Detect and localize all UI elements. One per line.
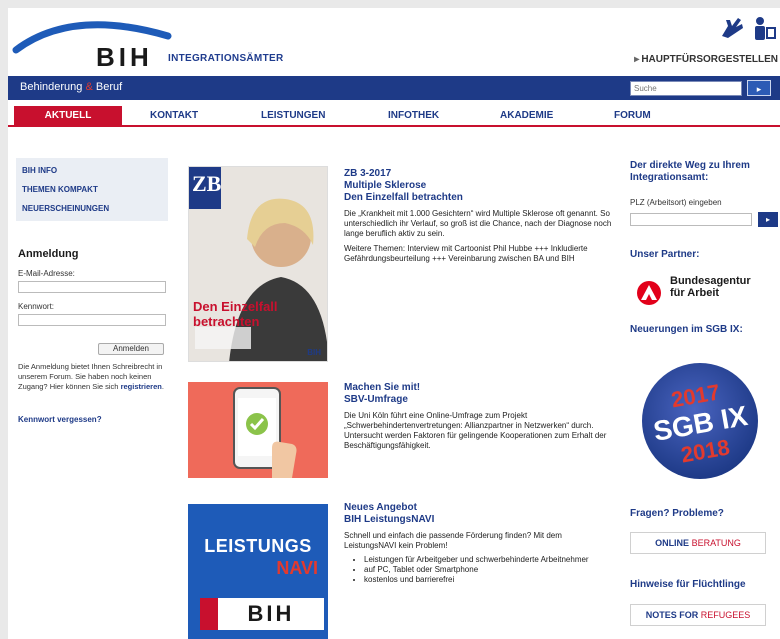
leistungsnavi-image[interactable]: LEISTUNGS NAVI BIH xyxy=(188,504,328,639)
logo-subtitle[interactable]: INTEGRATIONSÄMTER xyxy=(168,53,283,64)
questions-heading: Fragen? Probleme? xyxy=(630,508,724,519)
list-item: kostenlos und barrierefrei xyxy=(364,575,614,585)
sgb-ix-badge[interactable]: 2017 SGB IX 2018 xyxy=(640,361,760,481)
password-label: Kennwort: xyxy=(18,302,55,311)
bundesagentur-line-2: für Arbeit xyxy=(670,287,720,299)
site-title-part1: Behinderung xyxy=(20,81,83,93)
login-title: Anmeldung xyxy=(18,248,79,260)
zb-cover-headline-1: Den Einzelfall xyxy=(193,299,278,314)
zb-cover-headline: Den Einzelfall betrachten xyxy=(193,299,278,329)
main-nav: AKTUELL KONTAKT LEISTUNGEN INFOTHEK AKAD… xyxy=(8,106,780,127)
site-title-part2: Beruf xyxy=(95,81,123,93)
article-leistungsnavi-body: Schnell und einfach die passende Förderu… xyxy=(344,531,562,550)
zb-cover-headline-2: betrachten xyxy=(193,314,260,329)
zb-magazine-cover[interactable]: ZB Den Einzelfall betrachten BIH xyxy=(188,166,328,362)
notes-for-refugees-b: REFUGEES xyxy=(700,610,751,620)
online-beratung-a: ONLINE xyxy=(655,538,690,548)
password-field[interactable] xyxy=(18,314,166,326)
zb-cover-bih: BIH xyxy=(307,348,321,357)
list-item: auf PC, Tablet oder Smartphone xyxy=(364,565,614,575)
page: BIH INTEGRATIONSÄMTER ▸ HAUPTFÜRSORGESTEL… xyxy=(8,8,780,639)
left-menu-themen-kompakt[interactable]: THEMEN KOMPAKT xyxy=(16,180,168,199)
bundesagentur-logo-icon[interactable] xyxy=(636,280,662,306)
plz-submit-button[interactable]: ▸ xyxy=(758,212,778,227)
list-item: Leistungen für Arbeitgeber und schwerbeh… xyxy=(364,555,614,565)
article-zb-category[interactable]: ZB 3-2017 xyxy=(344,168,614,180)
online-beratung-button[interactable]: ONLINE BERATUNG xyxy=(630,532,766,554)
arrow-right-icon: ▸ xyxy=(634,54,640,65)
refugee-heading: Hinweise für Flüchtlinge xyxy=(630,579,746,590)
article-zb-title-1[interactable]: Multiple Sklerose xyxy=(344,180,614,192)
easy-language-icon[interactable] xyxy=(750,16,778,42)
article-survey-body: Die Uni Köln führt eine Online-Umfrage z… xyxy=(344,411,607,450)
survey-image[interactable] xyxy=(188,382,328,478)
article-leistungsnavi-title[interactable]: BIH LeistungsNAVI xyxy=(344,514,614,526)
search-button[interactable]: ▸ xyxy=(747,80,771,96)
article-zb-title-2[interactable]: Den Einzelfall betrachten xyxy=(344,192,614,204)
hauptfuersorgestellen-label: HAUPTFÜRSORGESTELLEN xyxy=(641,54,778,65)
sign-language-icon[interactable] xyxy=(718,14,746,42)
site-header: BIH INTEGRATIONSÄMTER ▸ HAUPTFÜRSORGESTEL… xyxy=(8,8,780,72)
nav-aktuell[interactable]: AKTUELL xyxy=(14,106,122,127)
notes-for-refugees-a: NOTES FOR xyxy=(645,610,699,620)
left-menu-bih-info[interactable]: BIH INFO xyxy=(16,161,168,180)
email-field[interactable] xyxy=(18,281,166,293)
smartphone-checkmark-icon xyxy=(188,382,328,478)
title-bar: Behinderung & Beruf ▸ xyxy=(8,76,780,100)
left-menu-neuerscheinungen[interactable]: NEUERSCHEINUNGEN xyxy=(16,199,168,218)
article-leistungsnavi: Neues Angebot BIH LeistungsNAVI Schnell … xyxy=(344,502,614,585)
article-survey: Machen Sie mit! SBV-Umfrage Die Uni Köln… xyxy=(344,382,614,451)
article-zb-more: Weitere Themen: Interview mit Cartoonist… xyxy=(344,244,588,263)
login-note-end: . xyxy=(161,382,164,391)
hauptfuersorgestellen-link[interactable]: ▸ HAUPTFÜRSORGESTELLEN xyxy=(634,54,778,65)
direct-way-heading: Der direkte Weg zu Ihrem Integrationsamt… xyxy=(630,160,750,183)
article-survey-title[interactable]: SBV-Umfrage xyxy=(344,394,614,406)
nav-akademie[interactable]: AKADEMIE xyxy=(500,108,553,126)
forgot-password-link[interactable]: Kennwort vergessen? xyxy=(18,415,102,424)
left-menu: BIH INFO THEMEN KOMPAKT NEUERSCHEINUNGEN xyxy=(16,158,168,221)
leistungsnavi-bih-logo: BIH xyxy=(218,598,324,630)
logo[interactable]: BIH xyxy=(96,42,153,73)
online-beratung-b: BERATUNG xyxy=(691,538,741,548)
partner-heading: Unser Partner: xyxy=(630,249,700,260)
leistungsnavi-image-text-2: NAVI xyxy=(276,558,318,578)
bundesagentur-link[interactable]: Bundesagentur für Arbeit xyxy=(670,275,751,299)
plz-label: PLZ (Arbeitsort) eingeben xyxy=(630,198,722,207)
zb-logo: ZB xyxy=(192,171,222,196)
notes-for-refugees-button[interactable]: NOTES FOR REFUGEES xyxy=(630,604,766,626)
nav-forum[interactable]: FORUM xyxy=(614,108,651,126)
article-leistungsnavi-list: Leistungen für Arbeitgeber und schwerbeh… xyxy=(344,555,614,585)
search-input[interactable] xyxy=(630,81,742,96)
site-title[interactable]: Behinderung & Beruf xyxy=(20,81,122,93)
leistungsnavi-red-block xyxy=(200,598,218,630)
article-zb: ZB 3-2017 Multiple Sklerose Den Einzelfa… xyxy=(344,168,614,264)
sgb-heading: Neuerungen im SGB IX: xyxy=(630,324,743,335)
bundesagentur-line-1: Bundesagentur xyxy=(670,275,751,287)
article-zb-body: Die „Krankheit mit 1.000 Gesichtern“ wir… xyxy=(344,209,612,238)
login-note: Die Anmeldung bietet Ihnen Schreibrecht … xyxy=(18,362,168,392)
nav-leistungen[interactable]: LEISTUNGEN xyxy=(261,108,325,126)
plz-input[interactable] xyxy=(630,213,752,226)
leistungsnavi-image-text-1: LEISTUNGS xyxy=(204,536,312,556)
article-leistungsnavi-category[interactable]: Neues Angebot xyxy=(344,502,614,514)
article-survey-category[interactable]: Machen Sie mit! xyxy=(344,382,614,394)
email-label: E-Mail-Adresse: xyxy=(18,269,75,278)
nav-kontakt[interactable]: KONTAKT xyxy=(150,108,198,126)
login-button[interactable]: Anmelden xyxy=(98,343,164,355)
register-link[interactable]: registrieren xyxy=(121,382,162,391)
site-title-amp: & xyxy=(85,81,93,93)
nav-infothek[interactable]: INFOTHEK xyxy=(388,108,439,126)
